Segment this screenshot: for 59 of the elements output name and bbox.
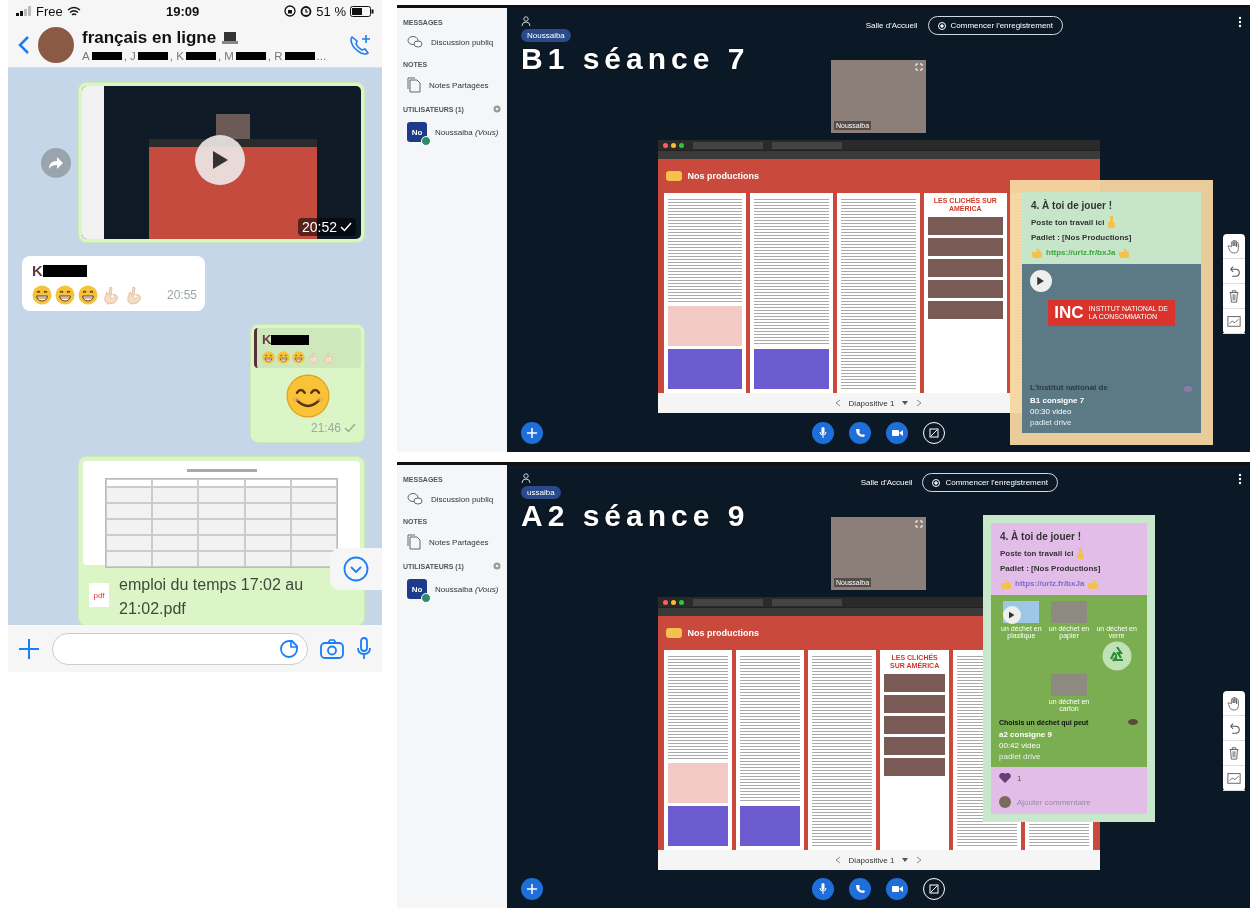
chat-title: français en ligne	[82, 27, 217, 48]
sidebar-item[interactable]: Discussion publiq	[403, 489, 501, 509]
card-text: Poste ton travail ici	[1031, 217, 1105, 227]
sidebar-label: Notes Partagées	[429, 537, 489, 547]
attachment-title: a2 consigne 9	[999, 730, 1053, 739]
avatar-initials: No	[411, 127, 423, 137]
sidebar-label: Noussaiba (Vous)	[435, 127, 499, 137]
card-title: 4. À toi de jouer !	[1031, 200, 1114, 211]
sidebar-label: Discussion publiq	[431, 494, 494, 504]
sidebar-item[interactable]: No Noussaiba (Vous)	[403, 119, 501, 145]
battery-percent: 51 %	[316, 3, 346, 19]
overlay-title: A2 séance 9	[521, 499, 750, 533]
attachment-source: padlet drive	[999, 752, 1042, 761]
file-type-label: pdf	[93, 590, 105, 600]
message-time: 21:46	[310, 421, 341, 435]
sidebar-item[interactable]: Notes Partagées	[403, 531, 501, 553]
overlay-title: B1 séance 7	[521, 42, 750, 76]
slide-selector[interactable]: Diapositive 1	[848, 398, 895, 408]
room-name: Salle d'Accueil	[860, 478, 913, 487]
member-initial: , J	[123, 49, 136, 62]
sidebar-item[interactable]: Notes Partagées	[403, 74, 501, 96]
media-caption: L'Institut national de	[1030, 383, 1108, 392]
sidebar-item[interactable]: No Noussaiba (Vous)	[403, 576, 501, 602]
member-overflow: ...	[316, 49, 327, 62]
card-title: 4. À toi de jouer !	[1000, 531, 1083, 542]
video-message[interactable]: 20:52	[78, 82, 365, 243]
card-text: Padlet : [Nos Productions]	[1000, 564, 1101, 573]
room-name: Salle d'Accueil	[865, 21, 918, 30]
board-title: Nos productions	[687, 171, 759, 181]
status-time: 19:09	[165, 3, 200, 19]
presenter-name: Noussaiba	[521, 29, 571, 42]
sidebar-item[interactable]: Discussion publiq	[403, 32, 501, 52]
member-initial: , M	[217, 49, 234, 62]
file-name: emploi du temps 17:02 au 21:02.pdf	[119, 575, 305, 619]
message-time: 20:55	[166, 288, 197, 302]
attachment-title: B1 consigne 7	[1030, 396, 1086, 405]
card-text: Poste ton travail ici	[1000, 548, 1074, 558]
logo-text: INC	[1054, 303, 1084, 323]
member-initial: , R	[267, 49, 283, 62]
sender-name: K	[262, 332, 272, 347]
like-count: 1	[1017, 774, 1022, 783]
slide-selector[interactable]: Diapositive 1	[848, 855, 895, 865]
comment-input[interactable]: Ajouter commentaire	[1017, 797, 1127, 807]
board-title: Nos productions	[687, 628, 759, 638]
sidebar-label: Notes Partagées	[429, 80, 489, 90]
card-text: Padlet : [Nos Productions]	[1031, 233, 1132, 242]
sidebar-label: Discussion publiq	[431, 37, 494, 47]
message-time: 20:52	[301, 219, 337, 235]
sender-name: K	[32, 262, 43, 279]
avatar-initials: No	[411, 584, 423, 594]
attachment-meta: 00:30 video	[1030, 407, 1073, 416]
attachment-source: padlet drive	[1030, 418, 1073, 427]
attachment-meta: 00:42 video	[999, 741, 1042, 750]
presenter-name: ussaiba	[521, 486, 561, 499]
document-message[interactable]: pdf emploi du temps 17:02 au 21:02.pdf	[78, 456, 365, 625]
sidebar-label: Noussaiba (Vous)	[435, 584, 499, 594]
member-initial: , K	[169, 49, 184, 62]
carrier-name: Free	[36, 3, 63, 19]
member-initial: A	[82, 49, 90, 62]
